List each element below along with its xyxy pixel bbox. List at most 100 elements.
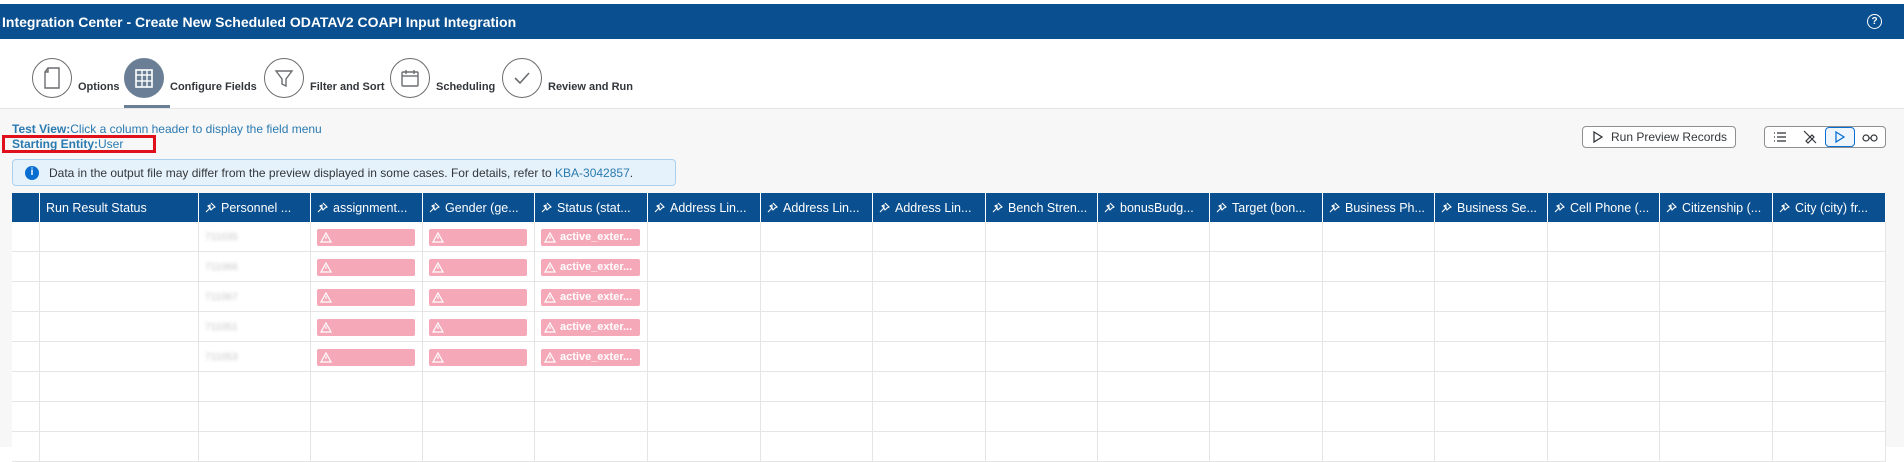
column-header-label: bonusBudg...	[1120, 200, 1194, 215]
step-options[interactable]: Options	[32, 53, 120, 103]
table-cell	[199, 432, 311, 462]
info-text: Data in the output file may differ from …	[49, 165, 552, 180]
column-header[interactable]: Cell Phone (...	[1548, 193, 1660, 222]
table-cell	[648, 402, 761, 432]
table-row[interactable]	[12, 402, 1886, 432]
play-icon[interactable]	[1825, 127, 1855, 147]
table-cell	[423, 432, 535, 462]
table-cell	[1098, 252, 1210, 282]
table-row[interactable]	[12, 372, 1886, 402]
table-cell	[311, 402, 423, 432]
info-end: .	[629, 165, 634, 180]
step-label: Filter and Sort	[310, 81, 385, 93]
error-cell	[429, 348, 527, 366]
column-header[interactable]: Bench Stren...	[986, 193, 1098, 222]
column-header[interactable]: Address Lin...	[873, 193, 986, 222]
table-cell	[1210, 432, 1323, 462]
step-label: Review and Run	[548, 81, 633, 93]
column-header[interactable]: Address Lin...	[648, 193, 761, 222]
help-icon[interactable]: ?	[1867, 14, 1882, 29]
table-cell	[648, 312, 761, 342]
title-bar: Integration Center - Create New Schedule…	[0, 4, 1904, 39]
wizard-steps: Options Configure Fields Filter and Sort…	[0, 39, 1904, 109]
pin-icon	[767, 202, 783, 213]
table-row[interactable]: 711067 active_exter...	[12, 282, 1886, 312]
table-cell	[1660, 372, 1773, 402]
table-cell	[1323, 402, 1435, 432]
personnel-value: 711067	[205, 291, 238, 303]
column-header[interactable]: Citizenship (...	[1660, 193, 1773, 222]
table-cell	[1548, 312, 1660, 342]
table-row[interactable]: 711053 active_exter...	[12, 342, 1886, 372]
table-cell	[423, 252, 535, 282]
table-cell	[1548, 432, 1660, 462]
table-row[interactable]: 711066 active_exter...	[12, 252, 1886, 282]
table-cell	[986, 312, 1098, 342]
list-icon[interactable]	[1765, 127, 1795, 147]
column-header[interactable]: City (city) fr...	[1773, 193, 1886, 222]
table-cell: 711053	[199, 342, 311, 372]
table-cell	[761, 372, 873, 402]
column-header[interactable]: Address Lin...	[761, 193, 873, 222]
table-cell	[1548, 372, 1660, 402]
pin-icon	[1329, 202, 1345, 213]
table-cell	[1323, 282, 1435, 312]
warning-icon	[432, 231, 448, 243]
warning-icon	[320, 321, 336, 333]
column-header[interactable]: Business Ph...	[1323, 193, 1435, 222]
table-row[interactable]: 711035 active_exter...	[12, 222, 1886, 252]
table-body: 711035 active_exter... 711066 active_exter.…	[12, 222, 1886, 462]
table-cell	[873, 402, 986, 432]
column-header-label: Address Lin...	[783, 200, 860, 215]
table-cell	[986, 342, 1098, 372]
glasses-icon[interactable]	[1855, 127, 1885, 147]
column-header[interactable]: Gender (ge...	[423, 193, 535, 222]
table-row[interactable]	[12, 432, 1886, 462]
table-header-row: Run Result Status Personnel ... assignment…	[12, 193, 1886, 222]
table-cell	[1435, 432, 1548, 462]
edit-hide-icon[interactable]	[1795, 127, 1825, 147]
table-cell	[986, 252, 1098, 282]
step-review-and-run[interactable]: Review and Run	[502, 53, 633, 103]
column-header-label: City (city) fr...	[1795, 200, 1868, 215]
step-filter-and-sort[interactable]: Filter and Sort	[264, 53, 385, 103]
table-cell	[1098, 312, 1210, 342]
table-cell	[1773, 282, 1886, 312]
column-header[interactable]: assignment...	[311, 193, 423, 222]
table-cell	[986, 432, 1098, 462]
table-cell	[1098, 282, 1210, 312]
step-scheduling[interactable]: Scheduling	[390, 53, 495, 103]
table-cell	[1435, 222, 1548, 252]
step-configure-fields[interactable]: Configure Fields	[124, 53, 257, 103]
table-cell	[1548, 252, 1660, 282]
table-cell	[1435, 282, 1548, 312]
table-cell	[761, 282, 873, 312]
error-cell: active_exter...	[541, 348, 640, 366]
table-cell	[1548, 402, 1660, 432]
column-header-label: Address Lin...	[895, 200, 972, 215]
table-cell	[1773, 372, 1886, 402]
table-row[interactable]: 711051 active_exter...	[12, 312, 1886, 342]
warning-icon	[544, 351, 560, 363]
table-cell	[311, 372, 423, 402]
column-header[interactable]: Business Se...	[1435, 193, 1548, 222]
run-preview-records-button[interactable]: Run Preview Records	[1582, 126, 1736, 148]
column-header[interactable]: Run Result Status	[40, 193, 199, 222]
column-header-label: assignment...	[333, 200, 408, 215]
table-cell	[1660, 432, 1773, 462]
column-header[interactable]: Status (stat...	[535, 193, 648, 222]
table-cell	[1435, 372, 1548, 402]
pin-icon	[317, 202, 333, 213]
column-header[interactable]: bonusBudg...	[1098, 193, 1210, 222]
table-cell	[535, 402, 648, 432]
column-header[interactable]: Personnel ...	[199, 193, 311, 222]
calendar-icon	[390, 58, 430, 98]
table-cell	[1210, 282, 1323, 312]
column-header[interactable]: Target (bon...	[1210, 193, 1323, 222]
warning-icon	[320, 261, 336, 273]
kba-link[interactable]: KBA-3042857	[555, 166, 630, 180]
table-cell	[311, 252, 423, 282]
table-cell	[423, 312, 535, 342]
error-cell	[429, 228, 527, 246]
table-cell	[873, 432, 986, 462]
